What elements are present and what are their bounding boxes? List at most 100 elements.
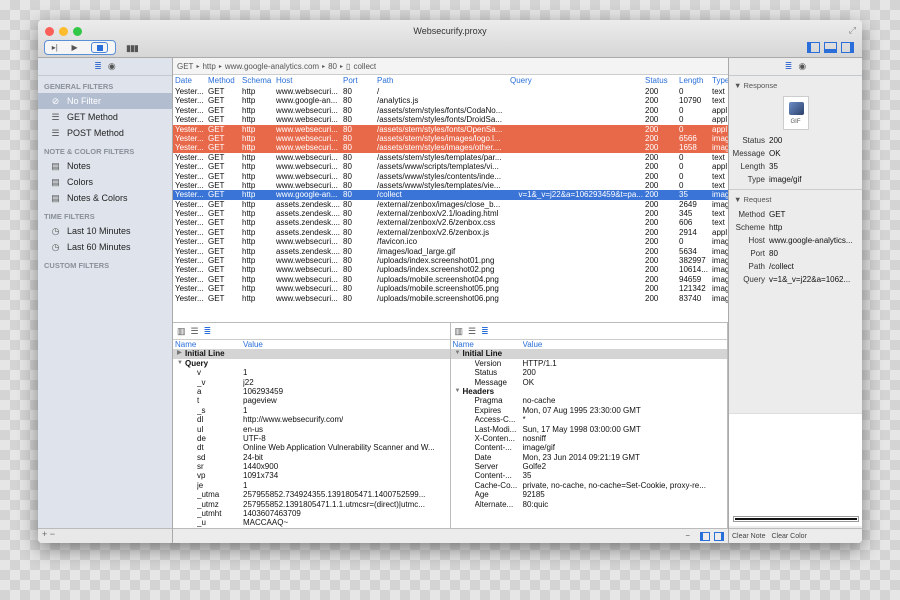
clear-note-button[interactable]: Clear Note xyxy=(732,533,765,540)
property-row[interactable]: _utma 257955852.734924355.1391805471.1400… xyxy=(173,490,450,499)
property-row[interactable]: X-Conten... nosniff xyxy=(451,434,728,443)
toggle-right-pane-icon[interactable] xyxy=(714,532,724,541)
layout-left-icon[interactable] xyxy=(807,42,820,53)
property-row[interactable]: sr 1440x900 xyxy=(173,462,450,471)
sidebar-footer[interactable]: + − xyxy=(38,528,172,543)
note-field[interactable] xyxy=(729,413,862,526)
table-row[interactable]: Yester... GET http www.google-an... 80/analy… xyxy=(173,96,728,105)
property-row[interactable]: _utmz 257955852.1391805471.1.1.utmcsr=(di… xyxy=(173,500,450,509)
column-header-value[interactable]: Value xyxy=(243,340,263,349)
minus-icon[interactable]: − xyxy=(685,531,690,540)
tree-view-icon[interactable]: ≣ xyxy=(481,326,489,337)
list-view-icon[interactable]: ≣ xyxy=(785,61,793,72)
group-row[interactable]: ▼ Headers xyxy=(451,387,728,396)
disclosure-icon[interactable]: ▶ xyxy=(177,349,182,358)
property-row[interactable]: _u MACCAAQ~ xyxy=(173,518,450,527)
column-header-status[interactable]: Status xyxy=(645,75,678,87)
table-row[interactable]: Yester... GET http www.google-an... 80/colle… xyxy=(173,190,728,200)
raw-view-icon[interactable]: ▥ xyxy=(177,326,186,337)
raw-view-icon[interactable]: ▥ xyxy=(455,326,464,337)
table-row[interactable]: Yester... GET http assets.zendesk.... 80/ext… xyxy=(173,209,728,218)
layout-right-icon[interactable] xyxy=(841,42,854,53)
sidebar-item[interactable]: ▤ Notes xyxy=(38,158,172,174)
step-icon[interactable]: ▸| xyxy=(52,43,58,52)
breadcrumb-item[interactable]: GET xyxy=(177,62,193,71)
toggle-left-pane-icon[interactable] xyxy=(700,532,710,541)
table-row[interactable]: Yester... GET http www.websecuri... 80/uploa… xyxy=(173,256,728,265)
property-row[interactable]: dl http://www.websecurify.com/ xyxy=(173,415,450,424)
column-header-name[interactable]: Name xyxy=(175,340,196,349)
property-row[interactable]: Alternate... 80:quic xyxy=(451,500,728,509)
throttle-icon[interactable]: ▮▮▮ xyxy=(126,43,139,54)
property-row[interactable]: v1 xyxy=(173,368,450,377)
property-row[interactable]: Date Mon, 23 Jun 2014 09:21:19 GMT xyxy=(451,453,728,462)
table-row[interactable]: Yester... GET http www.websecuri... 80/asset… xyxy=(173,162,728,171)
table-row[interactable]: Yester... GET http www.websecuri... 80/asset… xyxy=(173,106,728,115)
stop-button[interactable] xyxy=(91,42,109,53)
property-row[interactable]: Status 200 xyxy=(451,368,728,377)
column-header-type[interactable]: Type xyxy=(712,75,728,87)
response-section-title[interactable]: ▼ Response xyxy=(729,76,862,90)
property-row[interactable]: Server Golfe2 xyxy=(451,462,728,471)
sidebar-item[interactable]: ☰ POST Method xyxy=(38,125,172,141)
table-row[interactable]: Yester... GET http www.websecuri... 80/asset… xyxy=(173,153,728,162)
table-row[interactable]: Yester... GET http www.websecuri... 80/uploa… xyxy=(173,284,728,293)
disclosure-icon[interactable]: ▼ xyxy=(455,387,461,396)
column-header-schema[interactable]: Schema xyxy=(242,75,276,87)
list-view-icon[interactable]: ≣ xyxy=(94,61,102,72)
table-row[interactable]: Yester... GET http www.websecuri... 80/favic… xyxy=(173,237,728,246)
property-row[interactable]: _utmht 1403607463709 xyxy=(173,509,450,518)
clear-color-button[interactable]: Clear Color xyxy=(771,533,806,540)
column-header-name[interactable]: Name xyxy=(453,340,474,349)
column-header-path[interactable]: Path xyxy=(377,75,507,87)
request-section-title[interactable]: ▼ Request xyxy=(729,189,862,204)
property-row[interactable]: Version HTTP/1.1 xyxy=(451,359,728,368)
disclosure-icon[interactable]: ▼ xyxy=(177,359,183,368)
column-header-query[interactable]: Query xyxy=(510,75,643,87)
sidebar-item[interactable]: ◷ Last 60 Minutes xyxy=(38,239,172,255)
fullscreen-icon[interactable]: ⤢ xyxy=(849,25,856,36)
column-header-value[interactable]: Value xyxy=(523,340,543,349)
property-row[interactable]: Content-... 35 xyxy=(451,471,728,480)
breadcrumb-item[interactable]: collect xyxy=(353,62,376,71)
property-row[interactable]: _v j22 xyxy=(173,378,450,387)
tree-view-icon[interactable]: ≣ xyxy=(204,326,212,337)
sidebar-item[interactable]: ◷ Last 10 Minutes xyxy=(38,223,172,239)
property-row[interactable]: Message OK xyxy=(451,378,728,387)
property-row[interactable]: Pragma no-cache xyxy=(451,396,728,405)
column-header-length[interactable]: Length xyxy=(679,75,712,87)
property-row[interactable]: ul en-us xyxy=(173,425,450,434)
table-row[interactable]: Yester... GET http www.websecuri... 80/asset… xyxy=(173,143,728,153)
column-header-method[interactable]: Method xyxy=(208,75,242,87)
table-row[interactable]: Yester... GET http www.websecuri... 80/asset… xyxy=(173,133,728,144)
property-row[interactable]: Cache-Co... private, no-cache, no-cache=S… xyxy=(451,481,728,490)
table-row[interactable]: Yester... GET http assets.zendesk.... 80/ext… xyxy=(173,228,728,237)
table-row[interactable]: Yester... GET http www.websecuri... 80/uploa… xyxy=(173,294,728,303)
table-row[interactable]: Yester... GET http www.websecuri... 80/asset… xyxy=(173,181,728,190)
column-header-host[interactable]: Host xyxy=(276,75,342,87)
breadcrumb-item[interactable]: www.google-analytics.com xyxy=(225,62,319,71)
property-row[interactable]: Last-Modi... Sun, 17 May 1998 03:00:00 GM… xyxy=(451,425,728,434)
disclosure-icon[interactable]: ▼ xyxy=(455,349,461,358)
layout-bottom-icon[interactable] xyxy=(824,42,837,53)
color-picker[interactable] xyxy=(733,516,859,522)
eye-icon[interactable]: ◉ xyxy=(798,61,806,72)
eye-icon[interactable]: ◉ xyxy=(108,61,116,72)
table-row[interactable]: Yester... GET http assets.zendesk.... 80/ext… xyxy=(173,218,728,227)
property-row[interactable]: a 106293459 xyxy=(173,387,450,396)
property-row[interactable]: Age 92185 xyxy=(451,490,728,499)
property-row[interactable]: Access-C... * xyxy=(451,415,728,424)
table-row[interactable]: Yester... GET http www.websecuri... 80/asset… xyxy=(173,172,728,181)
property-row[interactable]: je 1 xyxy=(173,481,450,490)
property-row[interactable]: vp 1091x734 xyxy=(173,471,450,480)
sidebar-item[interactable]: ☰ GET Method xyxy=(38,109,172,125)
group-row[interactable]: ▶ Initial Line xyxy=(173,349,450,359)
play-icon[interactable]: ▶ xyxy=(71,43,77,52)
sidebar-item[interactable]: ⊘ No Filter xyxy=(38,93,172,109)
list-view-icon[interactable]: ☰ xyxy=(468,326,476,337)
table-row[interactable]: Yester... GET http www.websecuri... 80/asset… xyxy=(173,124,728,134)
table-row[interactable]: Yester... GET http www.websecuri... 80/uploa… xyxy=(173,275,728,284)
sidebar-item[interactable]: ▤ Notes & Colors xyxy=(38,190,172,206)
table-row[interactable]: Yester... GET http assets.zendesk.... 80/ext… xyxy=(173,200,728,209)
breadcrumb-item[interactable]: http xyxy=(202,62,215,71)
